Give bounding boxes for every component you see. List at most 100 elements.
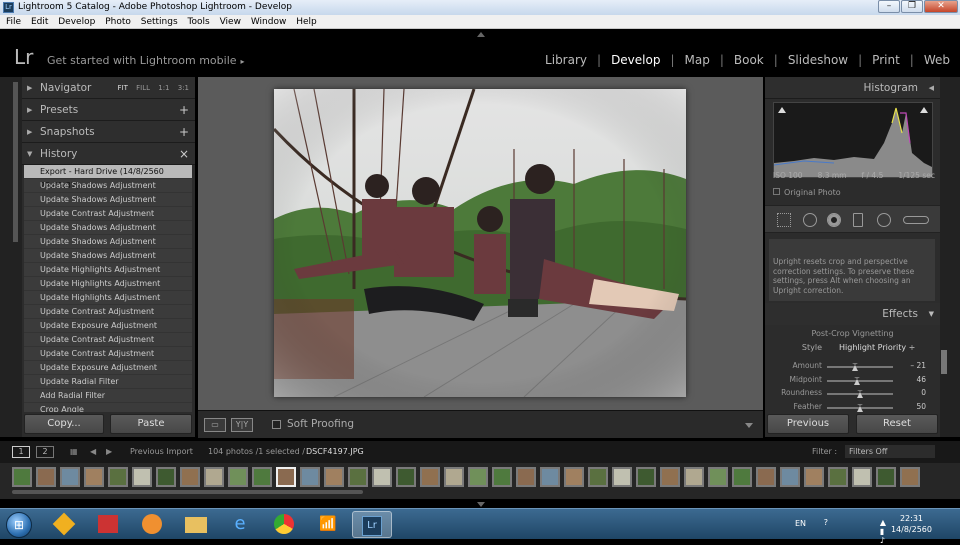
effects-header[interactable]: Effects ▼ [765,303,940,325]
history-item[interactable]: Update Exposure Adjustment [24,361,192,375]
zoom-1-1[interactable]: 1:1 [158,84,169,92]
history-item[interactable]: Crop Angle [24,403,192,412]
module-map[interactable]: Map [685,53,710,67]
language-indicator[interactable]: EN [795,519,806,528]
filmstrip-thumbnail[interactable] [204,467,224,487]
filmstrip-thumbnail[interactable] [252,467,272,487]
module-library[interactable]: Library [545,53,587,67]
filmstrip-thumbnail[interactable] [468,467,488,487]
close-icon[interactable]: ✕ [924,0,958,13]
history-header[interactable]: ▼ History × [22,143,195,165]
maximize-icon[interactable]: ❐ [901,0,923,13]
zoom-fill[interactable]: FILL [136,84,150,92]
filmstrip-thumbnail[interactable] [588,467,608,487]
main-photo[interactable] [274,89,686,397]
app-icon-2[interactable] [88,511,128,538]
filmstrip-thumbnail[interactable] [828,467,848,487]
module-book[interactable]: Book [734,53,764,67]
filmstrip-thumbnail[interactable] [36,467,56,487]
history-item[interactable]: Export - Hard Drive (14/8/2560 22:09:37) [24,165,192,190]
adjustment-brush-icon[interactable] [903,216,929,224]
left-panel-edge[interactable] [0,77,22,437]
filmstrip-thumbnail[interactable] [228,467,248,487]
slider-track[interactable] [827,363,893,371]
filmstrip-thumbnail[interactable] [156,467,176,487]
filmstrip-thumbnail[interactable] [12,467,32,487]
menu-photo[interactable]: Photo [105,17,131,27]
previous-import-label[interactable]: Previous Import [130,441,193,463]
history-item[interactable]: Add Radial Filter [24,389,192,403]
reset-button[interactable]: Reset [856,414,938,434]
filter-select[interactable]: Filters Off [845,445,935,458]
file-explorer-icon[interactable] [176,511,216,538]
history-item[interactable]: Update Highlights Adjustment [24,263,192,277]
history-item[interactable]: Update Shadows Adjustment [24,249,192,263]
filmstrip-thumbnail[interactable] [684,467,704,487]
histogram-header[interactable]: Histogram ◀ [765,77,940,99]
menu-help[interactable]: Help [296,17,317,27]
collapse-top-panel-icon[interactable] [477,32,485,37]
module-slideshow[interactable]: Slideshow [788,53,848,67]
filename-label[interactable]: DSCF4197.JPG [306,441,364,463]
back-arrow-icon[interactable]: ◀ [90,441,96,463]
filmstrip-thumbnail[interactable] [108,467,128,487]
page-1-button[interactable]: 1 [12,446,30,458]
filmstrip-thumbnail[interactable] [348,467,368,487]
collapse-bottom-panel-icon[interactable] [477,502,485,507]
filmstrip-thumbnail[interactable] [372,467,392,487]
slider-value[interactable]: 0 [921,388,926,397]
original-photo-toggle[interactable]: Original Photo [773,188,841,197]
minimize-icon[interactable]: – [878,0,900,13]
filmstrip-thumbnail[interactable] [780,467,800,487]
filmstrip-thumbnail[interactable] [732,467,752,487]
add-snapshot-icon[interactable]: + [179,121,189,143]
radial-filter-icon[interactable] [877,213,891,227]
filmstrip-thumbnail[interactable] [324,467,344,487]
history-item[interactable]: Update Contrast Adjustment [24,347,192,361]
filmstrip-thumbnail[interactable] [492,467,512,487]
slider-value[interactable]: 50 [916,402,926,411]
filmstrip-thumbnail[interactable] [132,467,152,487]
filmstrip-thumbnail[interactable] [60,467,80,487]
filmstrip-scrollbar[interactable] [12,490,363,494]
forward-arrow-icon[interactable]: ▶ [106,441,112,463]
graduated-filter-icon[interactable] [853,213,863,227]
menu-view[interactable]: View [220,17,241,27]
lightroom-mobile-link[interactable]: Get started with Lightroom mobile ▸ [47,54,245,67]
history-item[interactable]: Update Radial Filter [24,375,192,389]
menu-file[interactable]: File [6,17,21,27]
left-panel-scrollbar[interactable] [13,82,18,242]
filmstrip-thumbnail[interactable] [852,467,872,487]
slider-track[interactable] [827,403,893,412]
filmstrip-thumbnail[interactable] [300,467,320,487]
clear-history-icon[interactable]: × [179,143,189,165]
histogram-graph[interactable] [773,102,933,178]
history-item[interactable]: Update Contrast Adjustment [24,207,192,221]
add-preset-icon[interactable]: + [179,99,189,121]
clock[interactable]: 22:31 14/8/2560 [891,513,932,535]
history-item[interactable]: Update Shadows Adjustment [24,193,192,207]
slider-track[interactable] [827,376,893,385]
app-icon-3[interactable] [132,511,172,538]
network-icon[interactable]: ▲ ▮ ♪ [880,518,886,545]
chrome-icon[interactable] [264,511,304,538]
history-item[interactable]: Update Shadows Adjustment [24,179,192,193]
original-photo-checkbox[interactable] [773,188,780,195]
filmstrip-thumbnail[interactable] [396,467,416,487]
internet-explorer-icon[interactable]: e [220,511,260,538]
slider-value[interactable]: 46 [916,375,926,384]
history-item[interactable]: Update Shadows Adjustment [24,235,192,249]
paste-button[interactable]: Paste [110,414,192,434]
module-develop[interactable]: Develop [611,53,660,67]
filmstrip-thumbnail[interactable] [540,467,560,487]
slider-thumb[interactable] [854,376,861,385]
filmstrip-thumbnail[interactable] [900,467,920,487]
red-eye-icon[interactable] [827,213,841,227]
filmstrip-thumbnail[interactable] [444,467,464,487]
slider-thumb[interactable] [857,390,863,398]
history-item[interactable]: Update Contrast Adjustment [24,333,192,347]
filmstrip-thumbnail[interactable] [756,467,776,487]
menu-develop[interactable]: Develop [58,17,95,27]
menu-window[interactable]: Window [251,17,287,27]
spot-removal-icon[interactable] [803,213,817,227]
